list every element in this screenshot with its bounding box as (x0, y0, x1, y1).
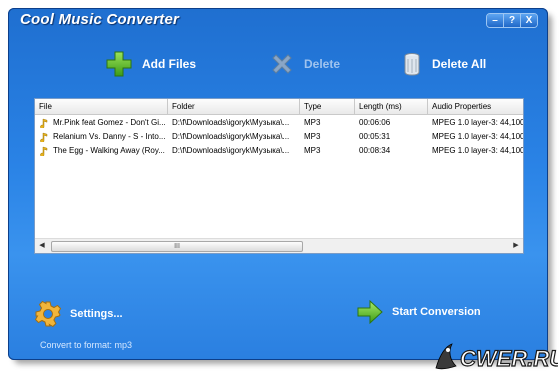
window-controls: – ? X (486, 13, 538, 28)
delete-label: Delete (304, 57, 341, 71)
column-folder[interactable]: Folder (168, 99, 300, 114)
cell-audio-properties: MPEG 1.0 layer-3: 44,100 (432, 132, 523, 141)
watermark-text: CWER.RU (460, 346, 558, 371)
start-conversion-label: Start Conversion (392, 306, 481, 318)
cell-folder: D:\f\Downloads\igoryk\Музыка\... (172, 132, 290, 141)
scroll-thumb[interactable]: III (51, 241, 303, 252)
add-files-button[interactable]: Add Files (106, 46, 196, 82)
trash-icon (404, 53, 420, 76)
cwer-logo: CWER.RU (435, 343, 558, 372)
horizontal-scrollbar[interactable]: ◀ III ▶ (35, 238, 523, 253)
file-list-header: File Folder Type Length (ms) Audio Prope… (35, 99, 523, 115)
delete-button[interactable]: Delete (270, 46, 340, 82)
cell-file: Mr.Pink feat Gomez - Don't Gi... (53, 118, 166, 127)
gear-icon (34, 300, 62, 328)
window-title: Cool Music Converter (20, 11, 180, 28)
table-row[interactable]: Mr.Pink feat Gomez - Don't Gi... D:\f\Do… (35, 116, 523, 130)
start-conversion-button[interactable]: Start Conversion (356, 298, 481, 326)
cell-length: 00:08:34 (359, 146, 391, 155)
column-length[interactable]: Length (ms) (355, 99, 428, 114)
cell-length: 00:05:31 (359, 132, 391, 141)
scroll-left-arrow[interactable]: ◀ (35, 239, 49, 253)
settings-button[interactable]: Settings... (34, 300, 123, 328)
cell-file: The Egg - Walking Away (Roy... (53, 146, 165, 155)
cell-type: MP3 (304, 146, 321, 155)
status-text: Convert to format: mp3 (40, 340, 133, 350)
column-file[interactable]: File (35, 99, 168, 114)
cell-audio-properties: MPEG 1.0 layer-3: 44,100 (432, 118, 523, 127)
add-files-label: Add Files (142, 57, 197, 71)
arrow-right-icon (357, 299, 383, 325)
settings-label: Settings... (70, 308, 123, 320)
column-type[interactable]: Type (300, 99, 355, 114)
cell-folder: D:\f\Downloads\igoryk\Музыка\... (172, 118, 290, 127)
cell-audio-properties: MPEG 1.0 layer-3: 44,100 (432, 146, 523, 155)
x-icon (272, 54, 292, 74)
close-button[interactable]: X (520, 14, 537, 27)
cell-type: MP3 (304, 118, 321, 127)
music-note-icon (40, 118, 48, 128)
delete-all-label: Delete All (432, 57, 487, 71)
scroll-right-arrow[interactable]: ▶ (509, 239, 523, 253)
title-bar[interactable]: Cool Music Converter – ? X (8, 8, 548, 32)
app-window: Cool Music Converter – ? X Add Files Del… (8, 8, 548, 360)
table-row[interactable]: Relanium Vs. Danny - S - Into... D:\f\Do… (35, 130, 523, 144)
delete-all-button[interactable]: Delete All (402, 46, 486, 82)
music-note-icon (40, 146, 48, 156)
cell-length: 00:06:06 (359, 118, 391, 127)
column-audio-properties[interactable]: Audio Properties (428, 99, 523, 114)
music-note-icon (40, 132, 48, 142)
cell-type: MP3 (304, 132, 321, 141)
plus-icon (106, 51, 132, 77)
help-button[interactable]: ? (503, 14, 520, 27)
cell-file: Relanium Vs. Danny - S - Into... (53, 132, 166, 141)
minimize-button[interactable]: – (487, 14, 503, 27)
cell-folder: D:\f\Downloads\igoryk\Музыка\... (172, 146, 290, 155)
table-row[interactable]: The Egg - Walking Away (Roy... D:\f\Down… (35, 144, 523, 158)
file-list[interactable]: File Folder Type Length (ms) Audio Prope… (34, 98, 524, 254)
